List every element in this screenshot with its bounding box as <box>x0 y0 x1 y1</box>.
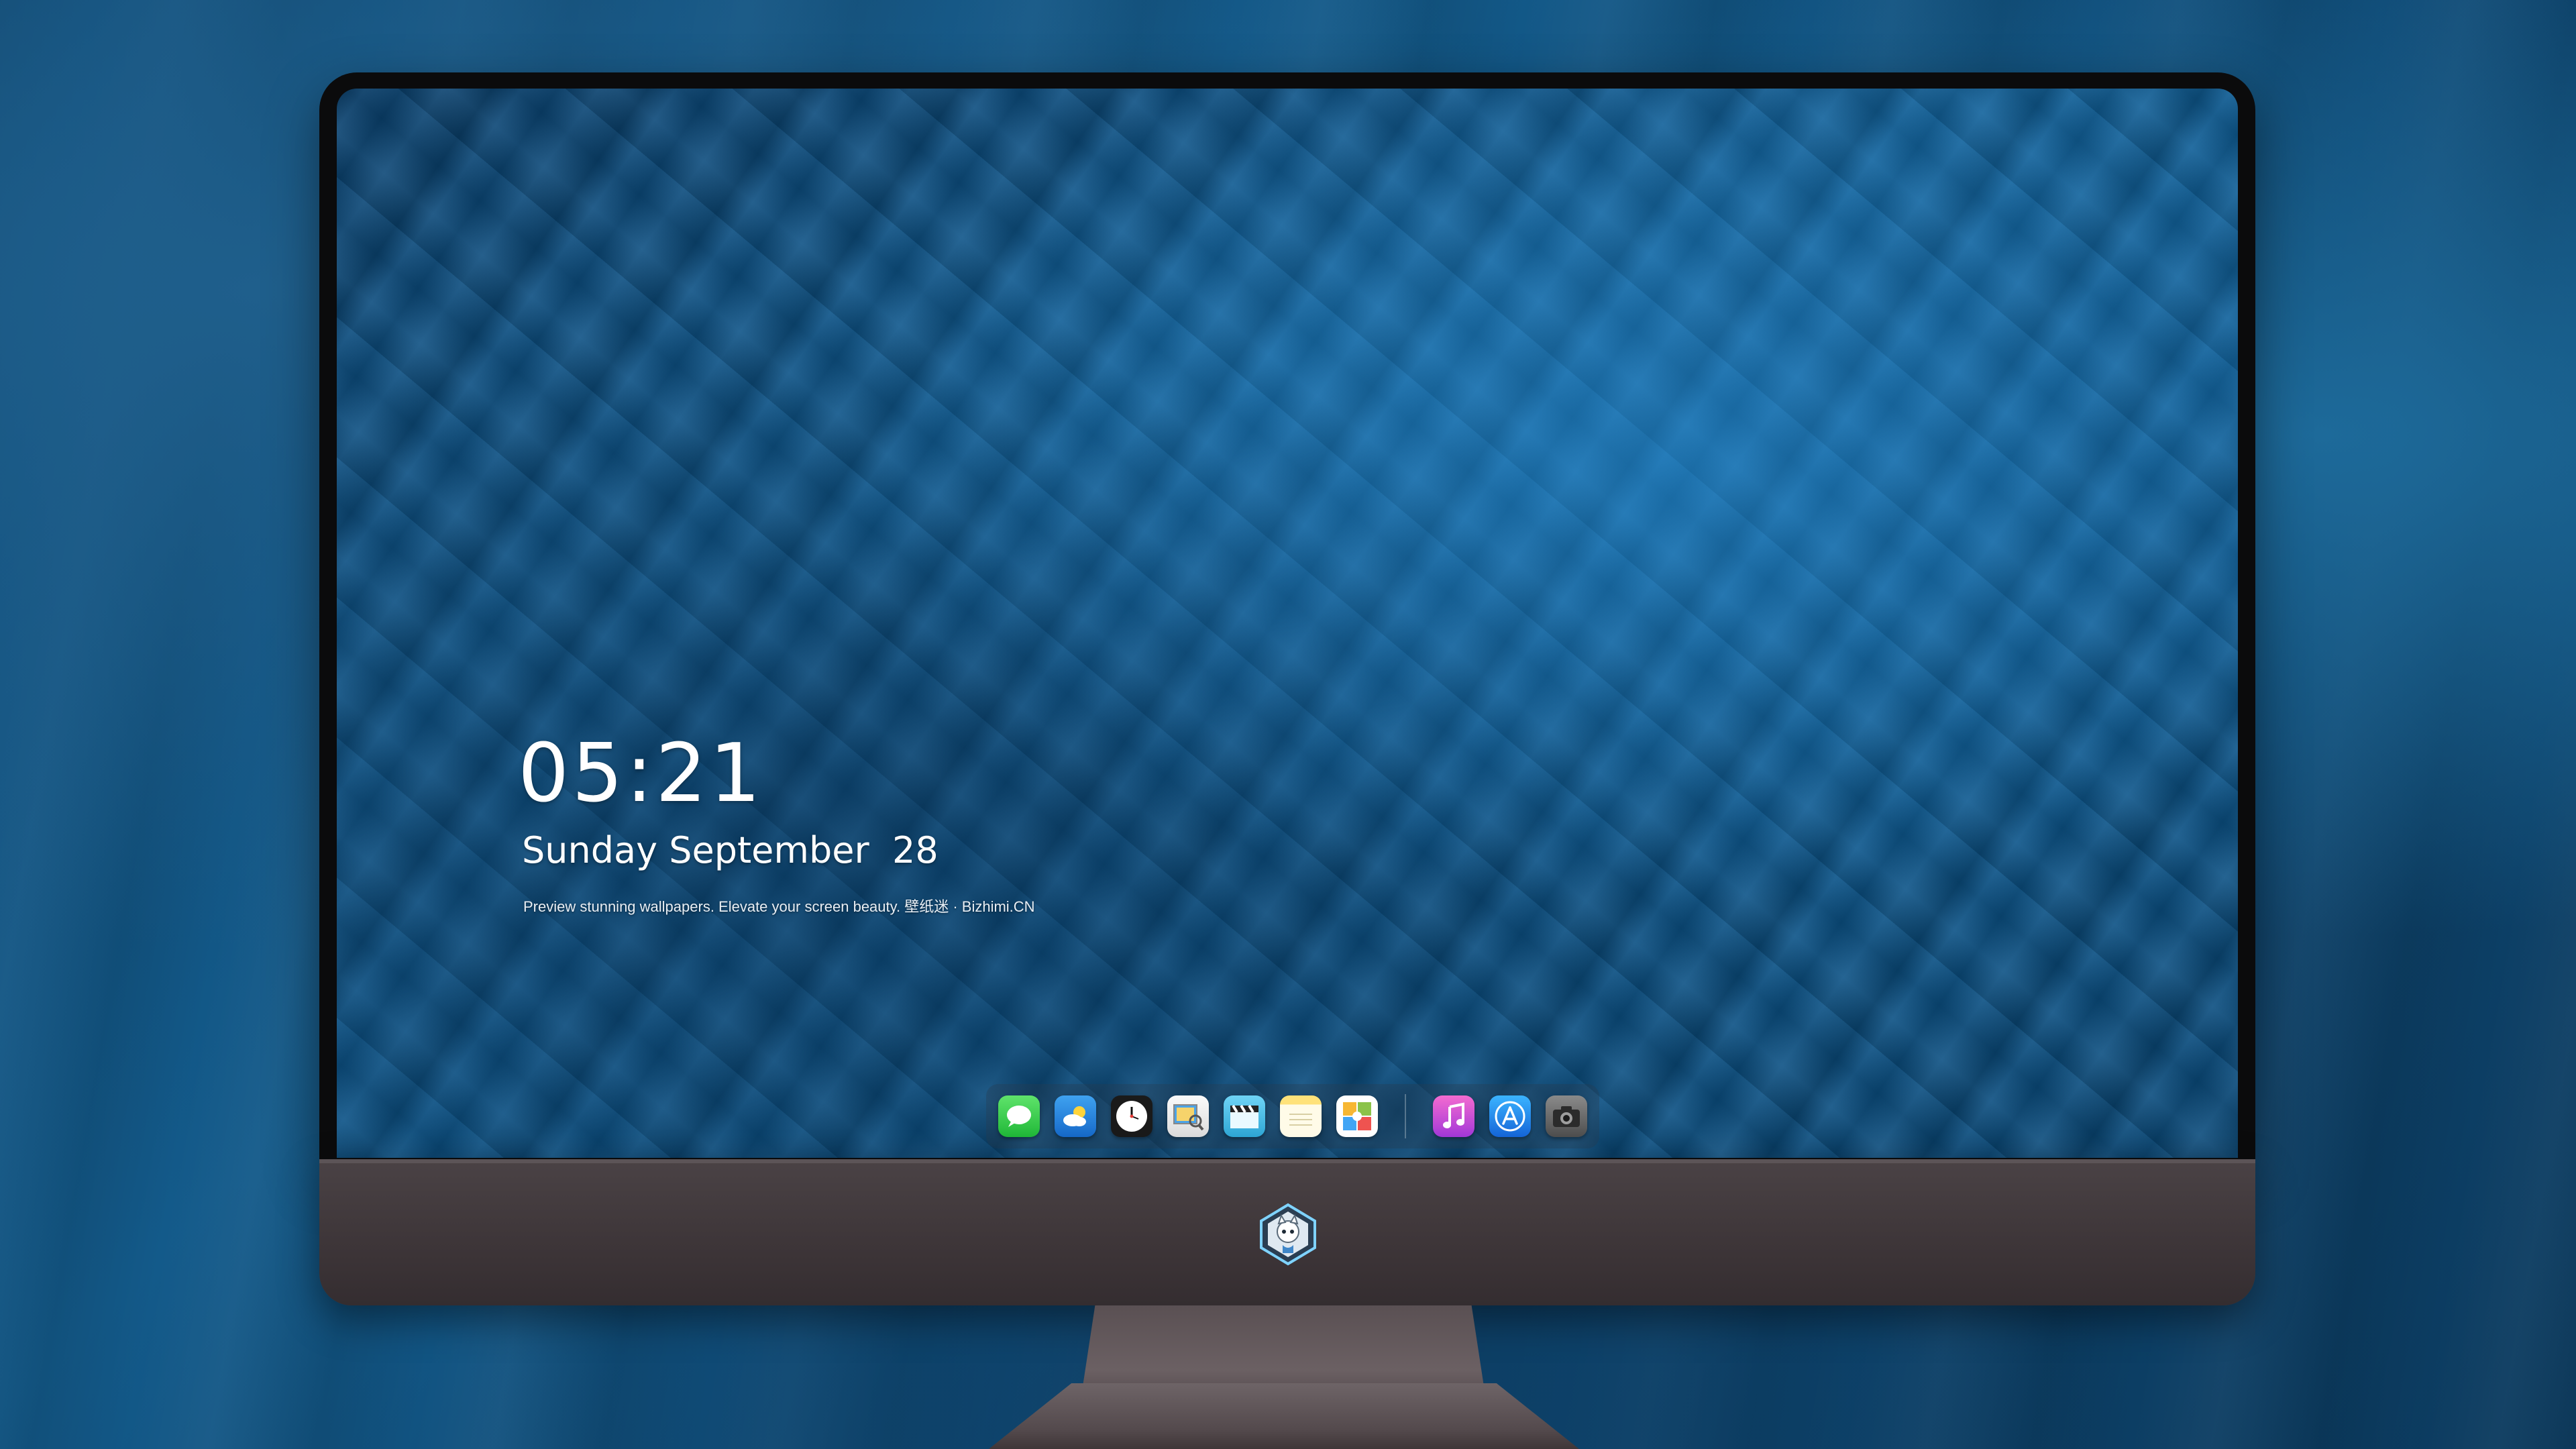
weather-icon[interactable] <box>1055 1095 1096 1137</box>
app-store-icon[interactable] <box>1489 1095 1531 1137</box>
dock <box>986 1084 1599 1148</box>
dock-separator <box>1405 1094 1406 1138</box>
clock-date: Sunday September 28 <box>522 829 938 871</box>
lock-screen[interactable]: 05:21 Sunday September 28 Preview stunni… <box>337 89 2238 1158</box>
clock-time: 05:21 <box>518 727 763 820</box>
messages-icon[interactable] <box>998 1095 1040 1137</box>
chin-divider <box>319 1159 2255 1163</box>
brand-logo-icon <box>1254 1201 1322 1268</box>
preview-icon[interactable] <box>1167 1095 1209 1137</box>
photos-icon[interactable] <box>1336 1095 1378 1137</box>
music-icon[interactable] <box>1433 1095 1474 1137</box>
clapperboard-icon[interactable] <box>1224 1095 1265 1137</box>
wallpaper-tagline: Preview stunning wallpapers. Elevate you… <box>523 898 1035 915</box>
clock-icon[interactable] <box>1111 1095 1152 1137</box>
monitor-bezel: 05:21 Sunday September 28 Preview stunni… <box>319 72 2255 1161</box>
desktop-background: 05:21 Sunday September 28 Preview stunni… <box>0 0 2576 1449</box>
notes-icon[interactable] <box>1280 1095 1322 1137</box>
monitor-stand-base <box>989 1383 1579 1449</box>
camera-icon[interactable] <box>1546 1095 1587 1137</box>
